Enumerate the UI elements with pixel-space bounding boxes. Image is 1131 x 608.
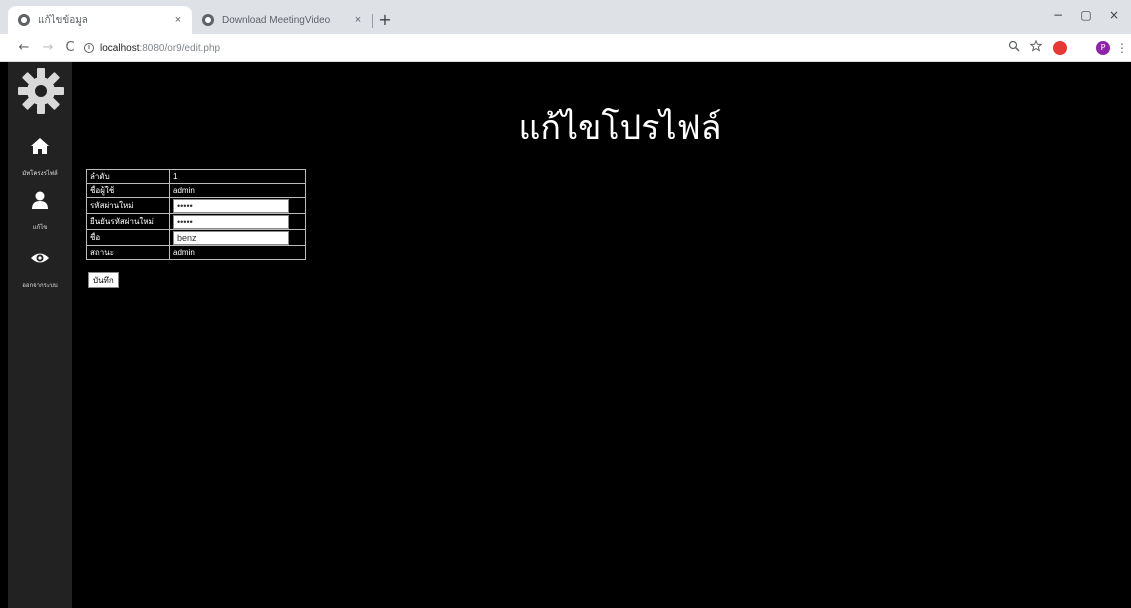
save-button[interactable]: บันทึก	[88, 272, 119, 288]
menu-icon[interactable]: ⋮	[1116, 40, 1128, 56]
zoom-icon[interactable]	[1006, 40, 1022, 56]
tab-title: Download MeetingVideo	[222, 14, 331, 26]
row-label: ชื่อ	[86, 229, 170, 246]
browser-tab-bar: แก้ไขข้อมูล × Download MeetingVideo × + …	[0, 0, 1131, 34]
forward-button[interactable]: →	[40, 40, 56, 56]
gear-icon	[18, 68, 64, 114]
row-value: 1	[169, 169, 306, 184]
row-label: ชื่อผู้ใช้	[86, 183, 170, 198]
globe-icon	[202, 14, 214, 26]
tab-download-meeting-video[interactable]: Download MeetingVideo ×	[192, 6, 372, 34]
sidebar-item-label: ออกจากระบบ	[22, 282, 58, 289]
minimize-button[interactable]: −	[1047, 8, 1069, 22]
row-label: ยืนยันรหัสผ่านใหม่	[86, 213, 170, 230]
sidebar-item-logout[interactable]: ออกจากระบบ	[8, 248, 72, 291]
maximize-button[interactable]: ▢	[1075, 8, 1097, 22]
globe-icon	[18, 14, 30, 26]
new-password-field[interactable]	[173, 198, 289, 213]
eye-icon	[31, 253, 49, 263]
table-row: ชื่อผู้ใช้ admin	[86, 183, 306, 198]
tab-separator	[372, 14, 373, 28]
new-tab-button[interactable]: +	[376, 11, 394, 29]
row-value: admin	[169, 245, 306, 260]
tab-close-button[interactable]: ×	[350, 14, 366, 26]
sidebar-item-profile[interactable]: มัทโครงรไฟล์	[8, 136, 72, 179]
table-row: ยืนยันรหัสผ่านใหม่	[86, 213, 306, 230]
profile-table: ลำดับ 1 ชื่อผู้ใช้ admin รหัสผ่านใหม่ ยื…	[86, 169, 306, 260]
tab-close-button[interactable]: ×	[170, 14, 186, 26]
user-icon	[32, 191, 48, 209]
table-row: สถานะ admin	[86, 245, 306, 260]
info-icon[interactable]: i	[84, 43, 94, 53]
row-value: admin	[169, 183, 306, 198]
adblock-icon[interactable]	[1053, 41, 1067, 55]
confirm-password-field[interactable]	[173, 214, 289, 229]
tab-edit-profile[interactable]: แก้ไขข้อมูล ×	[8, 6, 192, 34]
row-label: รหัสผ่านใหม่	[86, 197, 170, 214]
back-button[interactable]: ←	[16, 40, 32, 56]
address-bar-row: ← → C i localhost :8080/or9/edit.php P ⋮	[0, 34, 1131, 62]
sidebar: มัทโครงรไฟล์ แก้ไข ออกจากระบบ	[8, 62, 72, 608]
url-field[interactable]: i localhost :8080/or9/edit.php	[84, 38, 984, 58]
url-host: localhost	[100, 42, 140, 54]
page-title: แก้ไขโปรไฟล์	[518, 108, 722, 148]
row-label: สถานะ	[86, 245, 170, 260]
reload-button[interactable]: C	[62, 40, 78, 56]
url-path: :8080/or9/edit.php	[139, 42, 221, 54]
home-icon	[31, 138, 49, 154]
close-window-button[interactable]: ×	[1103, 8, 1125, 22]
name-field[interactable]	[173, 230, 289, 245]
table-row: รหัสผ่านใหม่	[86, 197, 306, 214]
sidebar-item-label: มัทโครงรไฟล์	[22, 170, 58, 177]
tab-title: แก้ไขข้อมูล	[38, 14, 88, 26]
table-row: ชื่อ	[86, 229, 306, 246]
page-body: มัทโครงรไฟล์ แก้ไข ออกจากระบบ แก้ไขโปรไฟ…	[0, 62, 1131, 608]
table-row: ลำดับ 1	[86, 169, 306, 184]
sidebar-item-edit[interactable]: แก้ไข	[8, 190, 72, 233]
profile-avatar[interactable]: P	[1096, 41, 1110, 55]
row-label: ลำดับ	[86, 169, 170, 184]
sidebar-item-label: แก้ไข	[32, 224, 48, 231]
star-icon[interactable]	[1028, 39, 1044, 56]
